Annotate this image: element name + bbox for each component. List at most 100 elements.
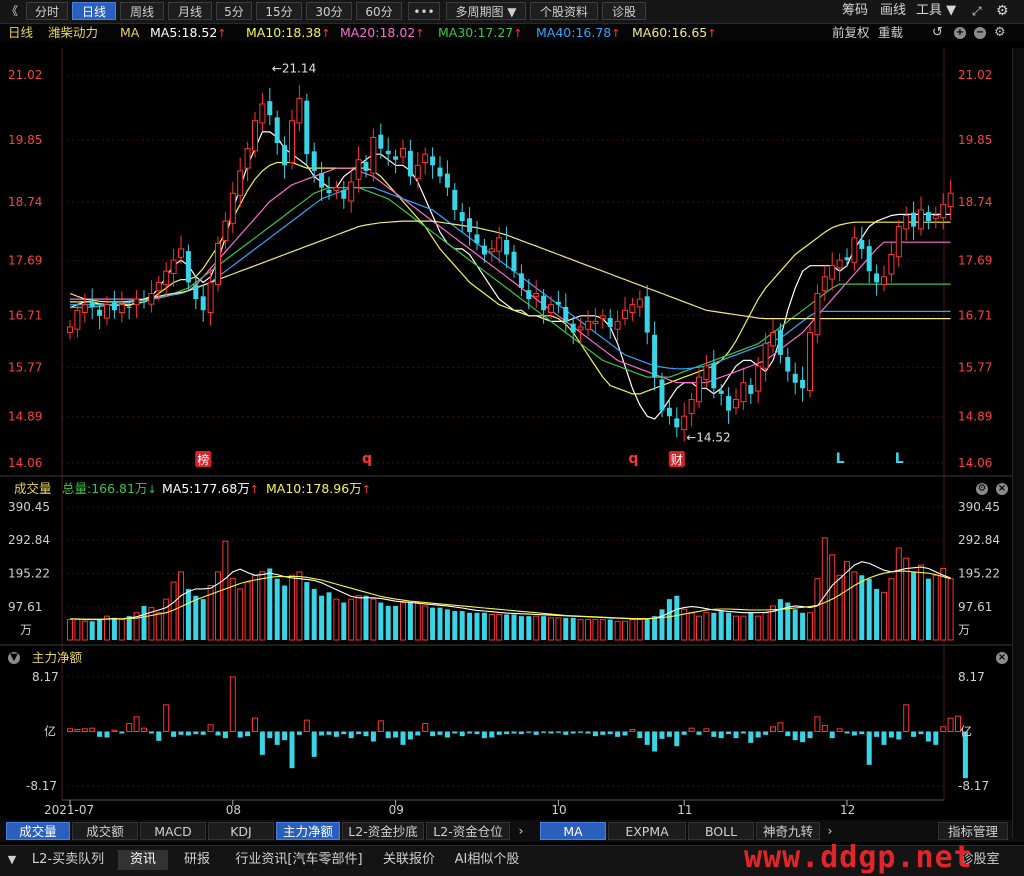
tab-industry-news[interactable]: 行业资讯[汽车零部件] — [226, 850, 372, 870]
tab-news[interactable]: 资讯 — [118, 850, 168, 870]
date-tick-label: 08 — [226, 803, 241, 817]
flow-collapse-icon[interactable]: ▼ — [8, 652, 20, 664]
right-side-panel[interactable] — [1012, 48, 1024, 838]
collapse-panel-icon[interactable]: ▼ — [4, 850, 20, 870]
flow-tick-label: 8.17 — [958, 670, 985, 684]
candle-body — [785, 357, 791, 372]
flow-bar — [888, 731, 894, 738]
flow-bar — [688, 727, 695, 732]
candle-body — [178, 248, 184, 258]
volume-bar — [807, 612, 813, 641]
price-tick-label: 16.71 — [958, 308, 992, 322]
volume-bar — [911, 571, 917, 640]
volume-tick-label: 195.22 — [958, 567, 1000, 581]
tab-l2-position[interactable]: L2-资金仓位 — [426, 822, 510, 840]
volume-bar — [459, 611, 465, 640]
volume-bar — [629, 619, 636, 641]
volume-bar — [622, 620, 628, 641]
candle-body — [636, 298, 643, 308]
candle-body — [97, 309, 103, 316]
volume-bar — [881, 591, 887, 641]
tab-boll[interactable]: BOLL — [688, 822, 754, 840]
flow-bar — [726, 731, 732, 735]
volume-bar — [526, 616, 532, 640]
tab-ma[interactable]: MA — [540, 822, 606, 840]
candle-body — [444, 173, 450, 188]
candle-body — [207, 281, 214, 313]
tab-main-flow[interactable]: 主力净额 — [276, 822, 340, 840]
flow-bar — [496, 731, 502, 735]
flow-bar — [89, 727, 96, 732]
candle-body — [259, 103, 266, 124]
volume-settings-icon[interactable]: ⚙ — [976, 483, 988, 495]
tab-macd[interactable]: MACD — [140, 822, 206, 840]
tab-research[interactable]: 研报 — [172, 850, 222, 870]
candles — [67, 85, 954, 442]
flow-tick-label: -8.17 — [958, 779, 989, 793]
volume-bar — [341, 602, 347, 640]
candle-body — [718, 390, 724, 394]
candle-body — [185, 251, 191, 283]
volume-bar — [555, 617, 562, 641]
candle-body — [526, 290, 532, 300]
flow-bar — [578, 731, 584, 733]
volume-close-icon[interactable]: × — [996, 483, 1008, 495]
volume-bar — [903, 557, 910, 641]
candle-body — [67, 326, 73, 334]
flow-bar — [918, 731, 924, 735]
candle-body — [659, 379, 665, 411]
volume-tick-label: 97.61 — [8, 600, 42, 614]
tab-l2-bottom[interactable]: L2-资金抄底 — [342, 822, 424, 840]
volume-bar — [474, 612, 480, 640]
flow-bar — [548, 731, 554, 734]
volume-bar — [333, 598, 340, 641]
volume-bar — [792, 609, 798, 640]
candle-body — [155, 281, 162, 292]
flow-bar — [592, 731, 598, 737]
candle-body — [237, 170, 244, 196]
volume-bar — [252, 574, 258, 641]
flow-bar — [326, 731, 332, 735]
more-tabs-icon[interactable]: › — [512, 822, 530, 840]
flow-bar — [763, 731, 769, 735]
flow-bar — [163, 704, 170, 733]
volume-bar — [592, 619, 599, 641]
volume-bar — [444, 609, 450, 640]
volume-bar — [81, 620, 88, 641]
tab-kdj[interactable]: KDJ — [208, 822, 274, 840]
tab-ai-similar[interactable]: AI相似个股 — [446, 850, 528, 870]
flow-bar — [81, 728, 88, 733]
tab-related-quotes[interactable]: 关联报价 — [376, 850, 442, 870]
volume-tick-label: 390.45 — [958, 500, 1000, 514]
candle-body — [229, 192, 236, 224]
tab-l2-queue[interactable]: L2-买卖队列 — [24, 850, 112, 870]
chart-canvas[interactable]: 21.02 21.02 19.85 19.85 18.74 18.74 17.69 17.69… — [0, 0, 1024, 820]
volume-bar — [674, 595, 680, 640]
candle-body — [355, 159, 362, 180]
volume-bar — [89, 621, 95, 640]
candle-body — [244, 148, 251, 169]
tab-magic-nine[interactable]: 神奇九转 — [756, 822, 820, 840]
candle-body — [555, 301, 561, 305]
flow-bar — [237, 731, 243, 738]
price-tick-label: 15.77 — [958, 361, 992, 375]
flow-close-icon[interactable]: × — [996, 652, 1008, 664]
flow-bar — [585, 731, 591, 734]
volume-bar — [311, 588, 317, 640]
tab-volume[interactable]: 成交量 — [6, 822, 70, 840]
volume-bar — [304, 582, 310, 640]
volume-bar — [326, 592, 332, 640]
tab-expma[interactable]: EXPMA — [608, 822, 686, 840]
volume-bar — [370, 598, 377, 641]
flow-bar — [607, 731, 613, 735]
indicator-manage-button[interactable]: 指标管理 — [938, 822, 1008, 840]
tab-turnover[interactable]: 成交额 — [72, 822, 138, 840]
flow-bar — [311, 731, 317, 757]
volume-bar — [452, 611, 458, 640]
candle-body — [666, 407, 672, 417]
volume-bar — [363, 595, 369, 640]
candle-body — [866, 246, 872, 272]
flow-bar — [518, 731, 524, 735]
flow-bar — [629, 728, 636, 733]
more-ma-tabs-icon[interactable]: › — [822, 822, 838, 840]
